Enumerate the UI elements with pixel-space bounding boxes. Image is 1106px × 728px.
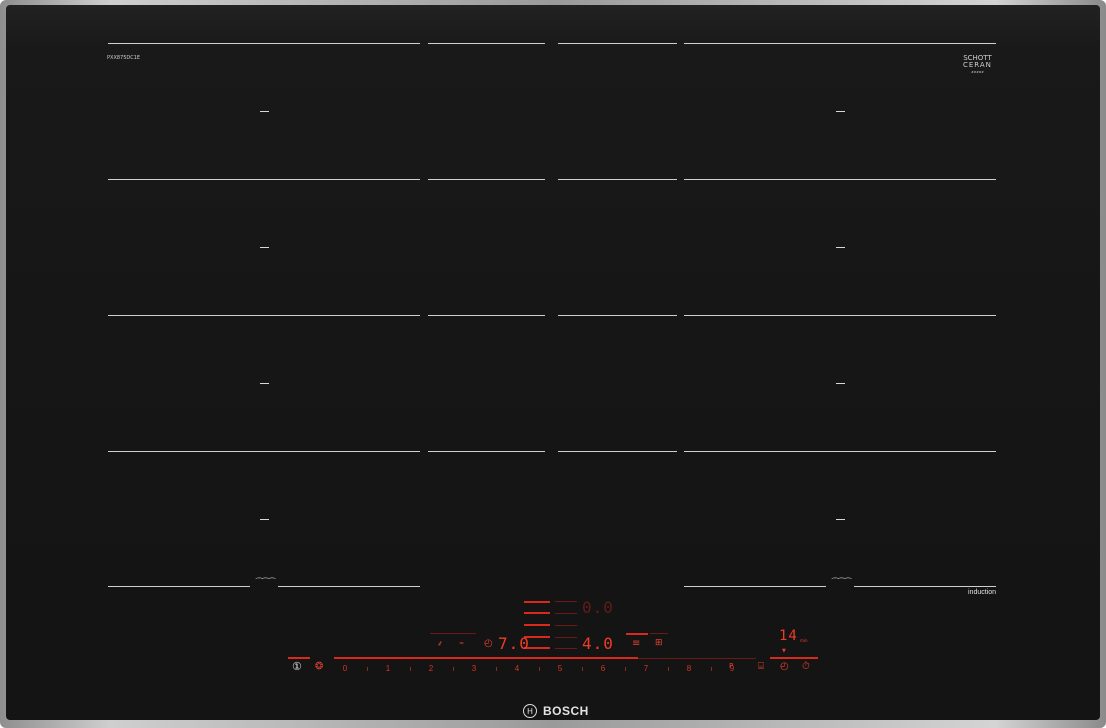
power-slider-track[interactable] bbox=[638, 658, 756, 659]
cooking-sensor-icon[interactable]: ⌸ bbox=[758, 661, 764, 672]
top-readout-display: 0.0 bbox=[582, 598, 614, 617]
zone-line bbox=[428, 451, 545, 452]
scale-tick bbox=[667, 667, 669, 671]
center-power-display: 4.0 bbox=[582, 634, 614, 653]
power-level-4[interactable]: 4 bbox=[515, 664, 519, 673]
power-level-7[interactable]: 7 bbox=[644, 664, 648, 673]
timer-bar bbox=[770, 657, 818, 659]
model-label: PXX875DC1E bbox=[107, 55, 141, 61]
power-level-8[interactable]: 8 bbox=[687, 664, 691, 673]
zone-line bbox=[558, 43, 677, 44]
zone-center-mark bbox=[260, 519, 269, 520]
power-slider-active[interactable] bbox=[334, 657, 638, 659]
zone-center-mark bbox=[836, 383, 845, 384]
boost-button[interactable]: P bbox=[729, 662, 733, 670]
scale-tick bbox=[581, 667, 583, 671]
ceran-subtext: ##### bbox=[971, 70, 984, 74]
scale-tick bbox=[452, 667, 454, 671]
level-bar bbox=[555, 601, 577, 602]
zone-timer-icon[interactable]: ◴ bbox=[484, 638, 493, 649]
power-level-3[interactable]: 3 bbox=[472, 664, 476, 673]
zone-line bbox=[684, 451, 996, 452]
zone-center-mark bbox=[260, 247, 269, 248]
scale-tick bbox=[538, 667, 540, 671]
level-bar bbox=[555, 637, 577, 638]
power-level-6[interactable]: 6 bbox=[601, 664, 605, 673]
level-bar bbox=[524, 612, 550, 614]
left-power-display: 7.0 bbox=[498, 634, 530, 653]
schott-ceran-logo: SCHOTT CERAN ##### bbox=[963, 55, 992, 76]
zone-line bbox=[684, 43, 996, 44]
zone-line bbox=[428, 179, 545, 180]
flex-zone-line bbox=[278, 586, 420, 587]
level-bar bbox=[555, 648, 577, 649]
level-bar bbox=[524, 624, 550, 626]
glass-surface bbox=[6, 5, 1100, 720]
zone-line bbox=[428, 43, 545, 44]
left-zone-bar bbox=[430, 633, 476, 634]
flex-zone-right-icon: ⁀⁀⁀ bbox=[832, 578, 852, 587]
timer-unit: min bbox=[800, 638, 808, 643]
keep-warm-icon[interactable]: ⸙ bbox=[437, 638, 443, 649]
menu-icon[interactable]: ≡ bbox=[632, 638, 640, 649]
timer-indicator-icon: ▼ bbox=[782, 648, 786, 654]
zone-center-mark bbox=[260, 383, 269, 384]
right-zone-bar bbox=[650, 633, 668, 634]
level-bar bbox=[555, 613, 577, 614]
zone-line bbox=[108, 451, 420, 452]
pan-detect-icon[interactable]: ⊞ bbox=[655, 638, 663, 648]
child-lock-icon[interactable]: ❂ bbox=[315, 661, 323, 672]
cooktop-frame: PXX875DC1E SCHOTT CERAN ##### ⁀⁀⁀ ⁀⁀⁀ in… bbox=[0, 0, 1106, 728]
level-bar bbox=[555, 625, 577, 626]
ceran-text: CERAN bbox=[963, 61, 992, 69]
zone-line bbox=[558, 315, 677, 316]
right-zone-bar bbox=[626, 633, 648, 635]
flex-zone-line bbox=[108, 586, 250, 587]
zone-center-mark bbox=[836, 247, 845, 248]
zone-center-mark bbox=[260, 111, 269, 112]
power-level-2[interactable]: 2 bbox=[429, 664, 433, 673]
power-level-5[interactable]: 5 bbox=[558, 664, 562, 673]
power-level-0[interactable]: 0 bbox=[343, 664, 347, 673]
bosch-armature-icon: H bbox=[523, 704, 537, 718]
power-bar-left bbox=[288, 657, 310, 659]
timer-display: 14 bbox=[779, 628, 798, 644]
scale-tick bbox=[409, 667, 411, 671]
zone-line bbox=[108, 43, 420, 44]
power-button-icon[interactable]: ① bbox=[292, 660, 302, 673]
scale-tick bbox=[495, 667, 497, 671]
zone-line bbox=[558, 179, 677, 180]
stopwatch-icon[interactable]: ⏱ bbox=[802, 661, 810, 672]
zone-line bbox=[108, 315, 420, 316]
zone-center-mark bbox=[836, 111, 845, 112]
scale-tick bbox=[366, 667, 368, 671]
brand-name: BOSCH bbox=[543, 704, 589, 718]
zone-center-mark bbox=[836, 519, 845, 520]
scale-tick bbox=[624, 667, 626, 671]
flex-zone-left-icon: ⁀⁀⁀ bbox=[256, 578, 276, 587]
zone-line bbox=[684, 179, 996, 180]
induction-label: induction bbox=[968, 589, 997, 596]
zone-line bbox=[558, 451, 677, 452]
zone-line bbox=[428, 315, 545, 316]
power-level-1[interactable]: 1 bbox=[386, 664, 390, 673]
flex-zone-line bbox=[854, 586, 996, 587]
zone-line bbox=[684, 315, 996, 316]
level-bar bbox=[524, 601, 550, 603]
flex-zone-line bbox=[684, 586, 826, 587]
timer-icon[interactable]: ◴ bbox=[780, 661, 789, 672]
scale-tick bbox=[710, 667, 712, 671]
bosch-logo: H BOSCH bbox=[523, 701, 589, 721]
boost-small-icon[interactable]: ≈ bbox=[459, 640, 464, 647]
zone-line bbox=[108, 179, 420, 180]
